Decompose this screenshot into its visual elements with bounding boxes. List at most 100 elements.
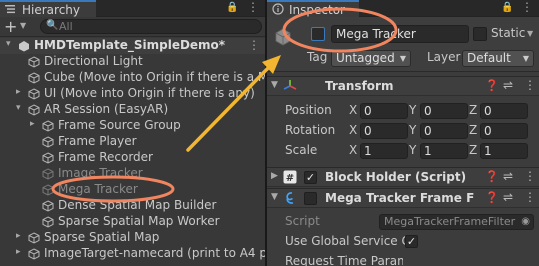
search-input[interactable] bbox=[59, 20, 259, 33]
chevron-right-icon[interactable]: ▸ bbox=[16, 231, 26, 241]
axis-label-z[interactable]: Z bbox=[469, 103, 477, 117]
hierarchy-item-label: Sparse Spatial Map bbox=[44, 230, 160, 244]
script-object-field[interactable]: MegaTrackerFrameFilter ◉ bbox=[379, 214, 534, 230]
hierarchy-item[interactable]: ▸ Frame Source Group bbox=[0, 118, 265, 134]
transform-value-x[interactable]: 1 bbox=[360, 143, 408, 159]
frame-filter-header[interactable]: ▼ Mega Tracker Frame Filter ❓ ⇌ ⋮ bbox=[267, 188, 539, 208]
scene-row[interactable]: ▾ HMDTemplate_SimpleDemo* bbox=[0, 38, 265, 54]
hierarchy-item[interactable]: Mega Tracker bbox=[0, 182, 265, 198]
axis-label-y[interactable]: Y bbox=[409, 103, 416, 117]
request-time-row[interactable]: Request Time Parameters bbox=[267, 252, 539, 266]
object-header: Static ▼ Tag Untagged ▼ Layer Default ▼ bbox=[267, 17, 539, 72]
chevron-right-icon[interactable]: ▸ bbox=[16, 87, 26, 97]
help-icon[interactable]: ❓ bbox=[485, 191, 499, 204]
chevron-down-icon[interactable]: ▾ bbox=[16, 103, 26, 113]
transform-value-x[interactable]: 0 bbox=[360, 123, 408, 139]
more-options-icon[interactable]: ⋮ bbox=[524, 78, 536, 92]
hierarchy-item[interactable]: Sparse Spatial Map Worker bbox=[0, 214, 265, 230]
chevron-right-icon[interactable]: ▶ bbox=[271, 171, 278, 181]
chevron-down-icon[interactable]: ▼ bbox=[527, 29, 533, 38]
hierarchy-item-label: Frame Recorder bbox=[58, 150, 153, 164]
axis-label-y[interactable]: Y bbox=[409, 123, 416, 137]
easyar-component-icon bbox=[286, 192, 294, 204]
request-time-label: Request Time Parameters bbox=[285, 254, 403, 266]
scene-more-icon[interactable]: ⋮ bbox=[248, 38, 260, 54]
transform-value-y[interactable]: 0 bbox=[420, 123, 468, 139]
lock-icon[interactable]: 🔒 bbox=[226, 2, 238, 13]
hierarchy-item[interactable]: ▸ ImageTarget-namecard (print to A4 paper… bbox=[0, 246, 265, 262]
tab-hierarchy[interactable]: Hierarchy bbox=[0, 0, 96, 17]
axis-label-x[interactable]: X bbox=[349, 143, 357, 157]
more-options-icon[interactable]: ⋮ bbox=[521, 0, 533, 14]
gameobject-cube-icon bbox=[28, 248, 40, 260]
hierarchy-item[interactable]: Dense Spatial Map Builder bbox=[0, 198, 265, 214]
lock-icon[interactable]: 🔒 bbox=[501, 2, 513, 13]
hierarchy-item-label: Cube (Move into Origin if there is a Meg… bbox=[44, 70, 265, 84]
object-picker-icon[interactable]: ◉ bbox=[521, 215, 530, 229]
object-name-field[interactable] bbox=[331, 25, 469, 43]
axis-label-x[interactable]: X bbox=[349, 123, 357, 137]
transform-header[interactable]: ▼ Transform ❓ ⇌ ⋮ bbox=[267, 76, 539, 96]
add-button[interactable]: + bbox=[4, 17, 17, 36]
hierarchy-search[interactable]: 🔍 bbox=[40, 19, 262, 34]
tag-dropdown[interactable]: Untagged ▼ bbox=[331, 50, 411, 67]
tag-value: Untagged bbox=[336, 51, 395, 65]
axis-label-z[interactable]: Z bbox=[469, 143, 477, 157]
more-options-icon[interactable]: ⋮ bbox=[247, 0, 259, 14]
hierarchy-item[interactable]: Directional Light bbox=[0, 54, 265, 70]
hierarchy-item-label: ImageTarget-namecard (print to A4 paper) bbox=[44, 246, 265, 260]
transform-value-z[interactable]: 0 bbox=[480, 103, 528, 119]
transform-value-x[interactable]: 0 bbox=[360, 103, 408, 119]
transform-row-label[interactable]: Scale bbox=[285, 143, 317, 157]
hierarchy-item[interactable]: Frame Recorder bbox=[0, 150, 265, 166]
chevron-down-icon[interactable]: ▼ bbox=[271, 192, 278, 202]
hierarchy-tab-label: Hierarchy bbox=[22, 3, 81, 17]
axis-label-z[interactable]: Z bbox=[469, 123, 477, 137]
block-holder-header[interactable]: ▶ # ✓ Block Holder (Script) ❓ ⇌ ⋮ bbox=[267, 167, 539, 187]
chevron-right-icon[interactable]: ▸ bbox=[16, 247, 26, 257]
transform-row: Scale X 1 Y 1 Z 1 bbox=[267, 141, 539, 161]
chevron-down-icon[interactable]: ▼ bbox=[20, 21, 26, 30]
chevron-down-icon[interactable]: ▾ bbox=[6, 39, 16, 49]
chevron-down-icon[interactable]: ▼ bbox=[271, 80, 278, 90]
chevron-right-icon[interactable]: ▸ bbox=[30, 119, 40, 129]
transform-row-label[interactable]: Rotation bbox=[285, 123, 335, 137]
axis-label-x[interactable]: X bbox=[349, 103, 357, 117]
preset-sliders-icon[interactable]: ⇌ bbox=[503, 78, 513, 92]
transform-value-y[interactable]: 1 bbox=[420, 143, 468, 159]
layer-dropdown[interactable]: Default ▼ bbox=[462, 50, 534, 67]
transform-value-z[interactable]: 0 bbox=[480, 123, 528, 139]
more-options-icon[interactable]: ⋮ bbox=[524, 190, 536, 204]
hierarchy-item[interactable]: ▸ Sparse Spatial Map bbox=[0, 230, 265, 246]
transform-row-label[interactable]: Position bbox=[285, 103, 332, 117]
active-checkbox[interactable] bbox=[311, 27, 325, 41]
hierarchy-item[interactable]: Frame Player bbox=[0, 134, 265, 150]
transform-value-z[interactable]: 1 bbox=[480, 143, 528, 159]
axis-label-y[interactable]: Y bbox=[409, 143, 416, 157]
hierarchy-item[interactable]: Image Tracker bbox=[0, 166, 265, 182]
block-holder-title: Block Holder (Script) bbox=[325, 170, 467, 184]
script-hash-icon: # bbox=[283, 170, 297, 184]
preset-sliders-icon[interactable]: ⇌ bbox=[503, 190, 513, 204]
more-options-icon[interactable]: ⋮ bbox=[524, 169, 536, 183]
layer-label: Layer bbox=[427, 50, 461, 64]
help-icon[interactable]: ❓ bbox=[485, 79, 499, 92]
hierarchy-item[interactable]: ▾ AR Session (EasyAR) bbox=[0, 102, 265, 118]
hierarchy-titlebar: Hierarchy 🔒 ⋮ bbox=[0, 0, 265, 17]
tab-inspector[interactable]: Inspector bbox=[267, 0, 359, 17]
chevron-down-icon: ▼ bbox=[522, 54, 529, 63]
transform-value-y[interactable]: 0 bbox=[420, 103, 468, 119]
hierarchy-item[interactable]: Cube (Move into Origin if there is a Meg… bbox=[0, 70, 265, 86]
gameobject-cube-icon bbox=[42, 152, 54, 164]
static-checkbox[interactable] bbox=[473, 27, 487, 41]
hierarchy-item[interactable]: ▸ UI (Move into Origin if there is any) bbox=[0, 86, 265, 102]
block-holder-enabled-checkbox[interactable]: ✓ bbox=[304, 171, 317, 184]
gameobject-cube-icon bbox=[28, 56, 40, 68]
preset-sliders-icon[interactable]: ⇌ bbox=[503, 169, 513, 183]
use-global-config-checkbox[interactable]: ✓ bbox=[405, 235, 418, 248]
gameobject-cube-icon bbox=[42, 120, 54, 132]
inspector-panel: Inspector 🔒 ⋮ Static ▼ Tag Untagged ▼ La… bbox=[267, 0, 539, 266]
help-icon[interactable]: ❓ bbox=[485, 170, 499, 183]
frame-filter-title: Mega Tracker Frame Filter bbox=[325, 191, 475, 205]
frame-filter-enabled-checkbox[interactable] bbox=[304, 192, 317, 205]
